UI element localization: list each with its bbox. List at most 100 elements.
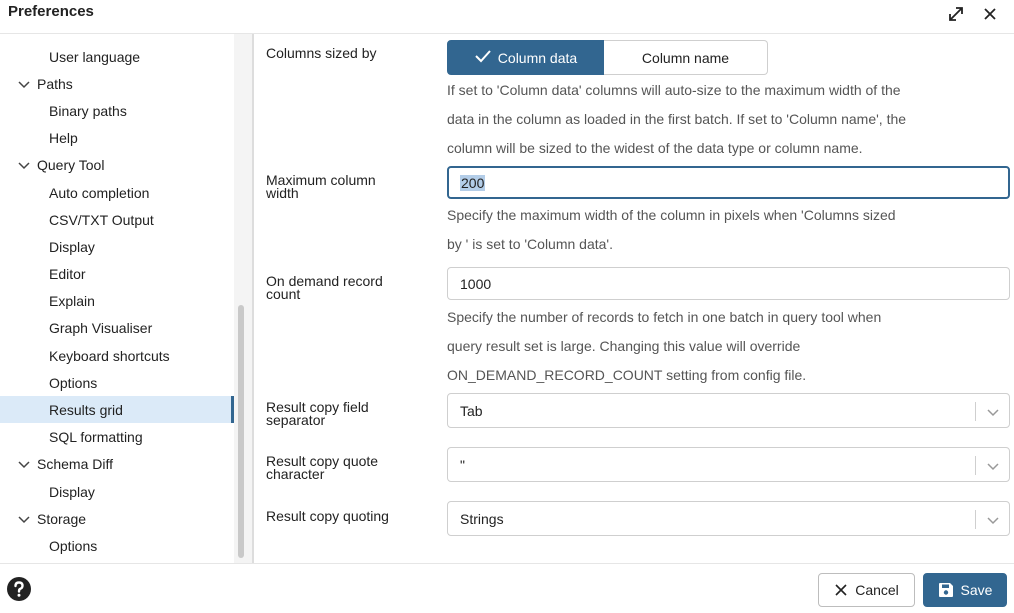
tree-item-label: Auto completion [49, 184, 150, 201]
help-line: Specify the number of records to fetch i… [447, 309, 882, 325]
copy-quoting-select[interactable]: Strings [447, 501, 1010, 536]
tree-group-query-tool[interactable]: Query Tool [0, 151, 234, 178]
check-icon [474, 49, 492, 66]
preferences-tree: User language Paths Binary paths Help Qu… [0, 34, 240, 563]
footer-divider [0, 563, 1014, 564]
tree-item-user-language[interactable]: User language [0, 43, 234, 70]
close-icon[interactable] [980, 4, 1000, 24]
input-value: 200 [460, 174, 486, 191]
tree-item-label: Keyboard shortcuts [49, 347, 170, 364]
tree-item-label: Results grid [49, 401, 123, 418]
max-column-width-label: Maximum column width [266, 173, 416, 201]
chevron-down-icon[interactable] [985, 404, 1001, 420]
tree-item-options[interactable]: Options [0, 369, 234, 396]
tree-item-sql-formatting[interactable]: SQL formatting [0, 423, 234, 450]
max-column-width-help: Specify the maximum width of the column … [447, 201, 1010, 259]
help-icon[interactable] [6, 576, 32, 602]
select-separator [975, 402, 976, 421]
title-actions [946, 4, 1000, 24]
column-data-toggle[interactable]: Column data [447, 40, 604, 75]
field-separator-select[interactable]: Tab [447, 393, 1010, 428]
tree-item-label: Options [49, 374, 98, 391]
cancel-label: Cancel [855, 582, 899, 598]
tree-item-binary-paths[interactable]: Binary paths [0, 97, 234, 124]
tree-item-label: Query Tool [37, 156, 105, 173]
quote-character-select[interactable]: " [447, 447, 1010, 482]
tree-group-storage[interactable]: Storage [0, 505, 234, 532]
select-value: Strings [460, 510, 504, 527]
select-separator [975, 456, 976, 475]
select-value: Tab [460, 402, 483, 419]
tree-group-paths[interactable]: Paths [0, 70, 234, 97]
record-count-label: On demand record count [266, 274, 416, 302]
tree-item-csv-txt-output[interactable]: CSV/TXT Output [0, 206, 234, 233]
tree-item-label: Help [49, 129, 78, 146]
sidebar-scrollbar[interactable] [238, 305, 244, 558]
tree-item-label: Paths [37, 75, 73, 92]
chevron-down-icon[interactable] [18, 511, 30, 527]
tree-item-label: User language [49, 48, 141, 65]
tree-item-schema-diff-display[interactable]: Display [0, 478, 234, 505]
select-separator [975, 510, 976, 529]
tree-item-graph-visualiser[interactable]: Graph Visualiser [0, 314, 234, 341]
help-line: If set to 'Column data' columns will aut… [447, 82, 901, 98]
tree-item-label: Binary paths [49, 102, 127, 119]
help-line: query result set is large. Changing this… [447, 338, 801, 354]
maximize-icon[interactable] [946, 4, 966, 24]
tree-item-label: Display [49, 483, 95, 500]
save-label: Save [960, 582, 993, 598]
record-count-help: Specify the number of records to fetch i… [447, 303, 1010, 390]
help-line: Specify the maximum width of the column … [447, 207, 896, 223]
help-line: column will be sized to the widest of th… [447, 140, 863, 156]
record-count-input[interactable]: 1000 [447, 267, 1010, 300]
tree-item-label: Editor [49, 265, 86, 282]
tree-item-results-grid[interactable]: Results grid [0, 396, 234, 423]
chevron-down-icon[interactable] [18, 456, 30, 472]
save-button[interactable]: Save [923, 573, 1007, 607]
tree-item-label: CSV/TXT Output [49, 211, 154, 228]
save-icon [938, 583, 953, 597]
max-column-width-input[interactable]: 200 [447, 166, 1010, 199]
tree-item-storage-options[interactable]: Options [0, 532, 234, 559]
tree-item-editor[interactable]: Editor [0, 260, 234, 287]
tree-item-label: Graph Visualiser [49, 319, 153, 336]
chevron-down-icon[interactable] [18, 76, 30, 92]
tree-item-explain[interactable]: Explain [0, 287, 234, 314]
close-icon [835, 584, 847, 596]
select-value: " [460, 456, 465, 473]
help-line: ON_DEMAND_RECORD_COUNT setting from conf… [447, 367, 807, 383]
tree-item-keyboard-shortcuts[interactable]: Keyboard shortcuts [0, 342, 234, 369]
tree-item-label: Options [49, 537, 98, 554]
tree-item-label: Schema Diff [37, 455, 113, 472]
columns-sized-by-label: Columns sized by [266, 45, 377, 61]
chevron-down-icon[interactable] [985, 458, 1001, 474]
title-bar: Preferences [0, 0, 1014, 30]
chevron-down-icon[interactable] [985, 512, 1001, 528]
columns-sized-by-toggle: Column data Column name [447, 40, 768, 75]
column-name-label: Column name [641, 49, 730, 66]
quote-character-label: Result copy quote character [266, 454, 416, 482]
label-line: separator [266, 412, 326, 428]
columns-sized-by-help: If set to 'Column data' columns will aut… [447, 76, 1010, 163]
tree-item-label: Storage [37, 510, 87, 527]
tree-item-label: Display [49, 238, 95, 255]
label-line: width [266, 185, 299, 201]
tree-item-auto-completion[interactable]: Auto completion [0, 179, 234, 206]
column-data-label: Column data [497, 49, 578, 66]
copy-quoting-label: Result copy quoting [266, 508, 389, 524]
tree-item-help[interactable]: Help [0, 124, 234, 151]
cancel-button[interactable]: Cancel [818, 573, 915, 607]
label-line: character [266, 466, 325, 482]
chevron-down-icon[interactable] [18, 157, 30, 173]
input-value: 1000 [460, 275, 492, 292]
label-line: count [266, 286, 301, 302]
tree-item-display[interactable]: Display [0, 233, 234, 260]
tree-group-schema-diff[interactable]: Schema Diff [0, 450, 234, 477]
tree-item-label: Explain [49, 292, 95, 309]
help-line: data in the column as loaded in the firs… [447, 111, 907, 127]
field-separator-label: Result copy field separator [266, 400, 416, 428]
column-name-toggle[interactable]: Column name [604, 40, 768, 75]
help-line: by ' is set to 'Column data'. [447, 236, 613, 252]
tree-item-label: SQL formatting [49, 428, 143, 445]
settings-panel: Columns sized by Column data Column name… [254, 34, 1014, 563]
